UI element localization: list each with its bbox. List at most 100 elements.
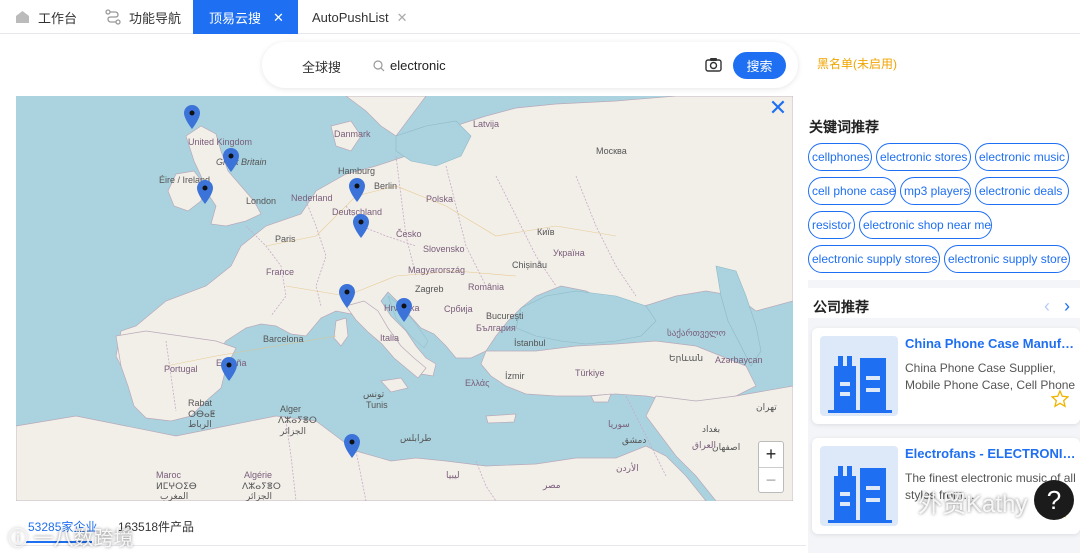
keyword-tag[interactable]: mp3 players [900, 177, 971, 205]
map-label: المغرب [160, 491, 189, 501]
map-label: Maroc [156, 470, 182, 480]
watermark: 外贸Kathy [918, 491, 1028, 518]
map-marker-icon[interactable] [344, 434, 360, 458]
tab-label: 顶易云搜 [209, 10, 262, 26]
map-label: الأردن [616, 463, 639, 473]
search-button[interactable]: 搜索 [733, 52, 786, 79]
camera-icon[interactable] [705, 57, 722, 77]
chevron-left-icon[interactable]: ‹ [1044, 296, 1050, 317]
map-close-icon[interactable]: ✕ [767, 97, 789, 120]
tab-bar: 工作台 功能导航 顶易云搜 ✕ AutoPushList ✕ [0, 0, 1080, 34]
map-label: France [266, 267, 295, 277]
map-label: دمشق [622, 435, 647, 445]
map-label: Azərbaycan [715, 355, 763, 365]
map-label: Alger [280, 404, 302, 414]
tab-autopushlist[interactable]: AutoPushList ✕ [298, 0, 420, 34]
map-label: اصفهان [712, 442, 741, 452]
keyword-tag[interactable]: electronic supply stores [808, 245, 940, 273]
keywords-title: 关键词推荐 [809, 119, 879, 135]
map-label: ليبيا [446, 470, 460, 480]
page: 工作台 功能导航 顶易云搜 ✕ AutoPushList ✕ 全球搜 搜索 黑名… [0, 0, 1080, 553]
keyword-tag[interactable]: cell phone case [808, 177, 896, 205]
map-marker-icon[interactable] [339, 284, 355, 308]
panel-divider [808, 280, 1080, 288]
map-label: България [476, 323, 516, 333]
map-marker-icon[interactable] [349, 178, 365, 202]
map-label: الرباط [188, 419, 212, 429]
company-logo [820, 336, 898, 416]
search-scope-selector[interactable]: 全球搜 [302, 57, 341, 76]
map[interactable]: United Kingdom Great Britain Éire / Irel… [16, 96, 793, 501]
map-label: Paris [275, 234, 296, 244]
close-icon[interactable]: ✕ [397, 11, 408, 24]
zoom-control: + − [758, 441, 784, 493]
companies-title: 公司推荐 [813, 299, 869, 315]
keyword-tag[interactable]: electronic supply store [944, 245, 1070, 273]
map-label: România [468, 282, 505, 292]
map-marker-icon[interactable] [396, 298, 412, 322]
map-label: Москва [596, 146, 627, 156]
map-label: Hamburg [338, 166, 376, 176]
map-label: Magyarország [408, 265, 466, 275]
map-label: Србија [444, 304, 473, 314]
keyword-tag[interactable]: electronic stores [876, 143, 971, 171]
map-label: İzmir [505, 371, 525, 381]
keyword-tag[interactable]: electronic shop near me [859, 211, 992, 239]
zoom-in-button[interactable]: + [759, 442, 783, 467]
search-input[interactable] [390, 55, 690, 75]
map-label: Rabat [188, 398, 213, 408]
help-icon[interactable]: ? [1034, 480, 1074, 520]
map-marker-icon[interactable] [197, 180, 213, 204]
map-label: Київ [537, 227, 555, 237]
map-label: الجزائر [246, 491, 272, 501]
map-label: مصر [543, 480, 561, 490]
home-icon [14, 9, 30, 25]
map-marker-icon[interactable] [184, 105, 200, 129]
map-marker-icon[interactable] [353, 214, 369, 238]
tab-navigation[interactable]: 功能导航 [89, 0, 193, 34]
zoom-out-button[interactable]: − [759, 467, 783, 492]
chevron-right-icon[interactable]: › [1064, 296, 1070, 317]
map-marker-icon[interactable] [221, 357, 237, 381]
map-label: Česko [396, 229, 422, 239]
navigation-icon [105, 9, 121, 25]
map-label: Portugal [164, 364, 198, 374]
blacklist-link[interactable]: 黑名单(未启用) [817, 55, 897, 72]
map-label: Ελλάς [465, 378, 490, 388]
map-label: București [486, 311, 524, 321]
tab-label: 工作台 [38, 10, 78, 26]
tab-workbench[interactable]: 工作台 [0, 0, 89, 34]
keyword-tag[interactable]: cellphones [808, 143, 872, 171]
map-label: Italia [380, 333, 400, 343]
map-label: بغداد [702, 424, 721, 434]
keyword-tag[interactable]: electronic deals [975, 177, 1069, 205]
search-bar: 全球搜 搜索 [262, 42, 798, 88]
search-icon [373, 59, 385, 77]
company-name[interactable]: China Phone Case Manufac… [905, 336, 1077, 351]
map-label: Türkiye [575, 368, 605, 378]
map-label: طرابلس [400, 433, 432, 443]
building-icon [828, 356, 892, 413]
company-name[interactable]: Electrofans - ELECTRONIC … [905, 446, 1077, 461]
map-label: Tunis [366, 400, 388, 410]
map-label: Barcelona [263, 334, 304, 344]
map-label: İstanbul [514, 338, 546, 348]
watermark: ⓘ 一八数跨境 [8, 528, 134, 550]
map-label: Slovensko [423, 244, 465, 254]
company-description: China Phone Case Supplier, Mobile Phone … [905, 361, 1076, 392]
map-marker-icon[interactable] [223, 148, 239, 172]
map-label: Zagreb [415, 284, 444, 294]
map-label: Երևան [669, 353, 704, 363]
tab-dingyi-search[interactable]: 顶易云搜 ✕ [193, 0, 298, 34]
keyword-tag[interactable]: electronic music [975, 143, 1069, 171]
star-icon[interactable] [1050, 389, 1070, 413]
tab-label: AutoPushList [311, 9, 389, 25]
company-card[interactable]: China Phone Case Manufac… China Phone Ca… [812, 328, 1080, 424]
map-label: تهران [756, 402, 777, 412]
map-label: Algérie [244, 470, 273, 480]
keyword-tag[interactable]: resistor [808, 211, 855, 239]
close-icon[interactable]: ✕ [273, 11, 284, 24]
map-label: საქართველო [667, 328, 726, 338]
map-label: Україна [553, 248, 585, 258]
tab-label: 功能导航 [129, 10, 182, 26]
